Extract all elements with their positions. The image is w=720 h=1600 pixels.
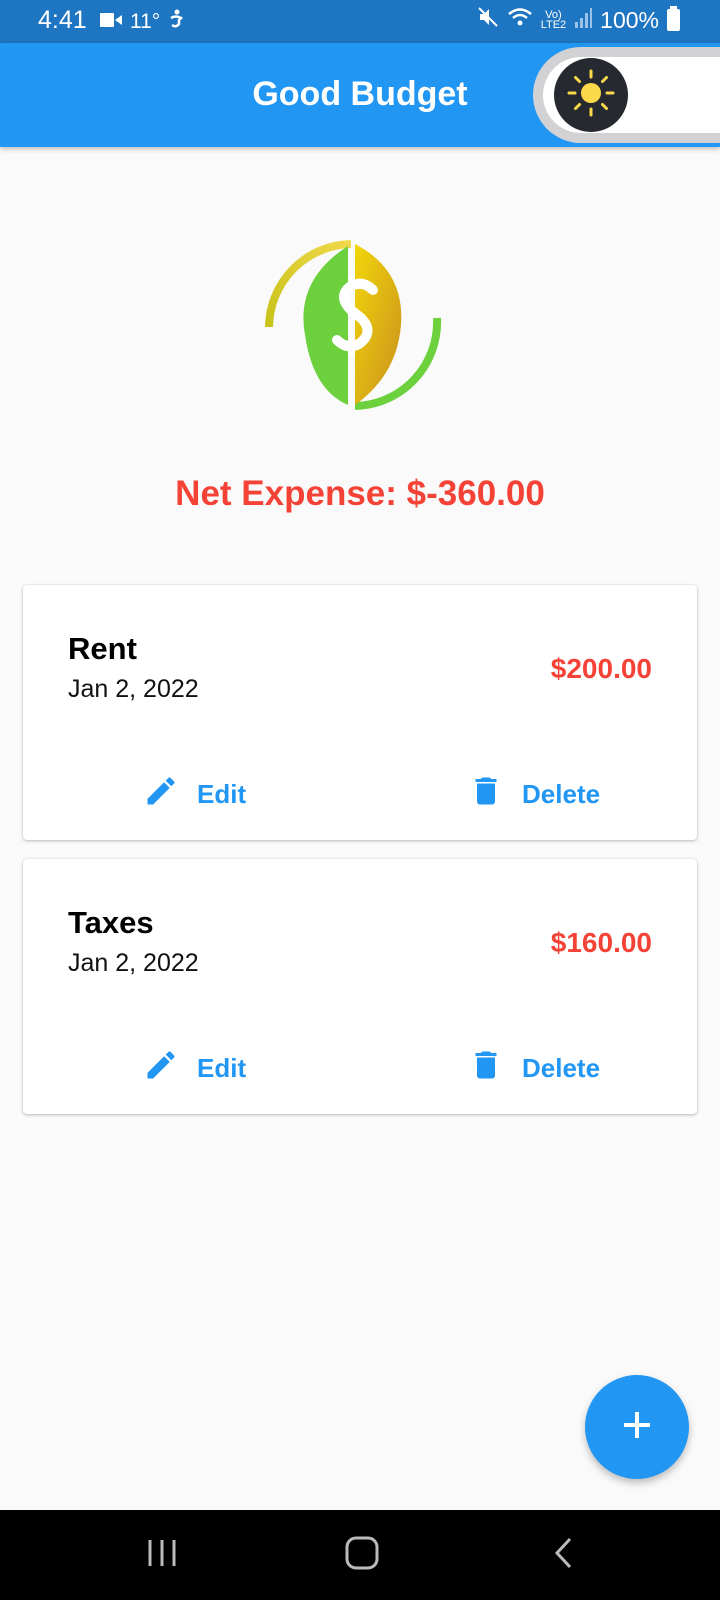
mute-icon bbox=[477, 6, 499, 34]
edit-label: Edit bbox=[197, 779, 247, 809]
back-button[interactable] bbox=[542, 1535, 586, 1575]
back-icon bbox=[552, 1535, 576, 1576]
edit-label: Edit bbox=[197, 1053, 247, 1083]
sun-icon bbox=[566, 68, 616, 123]
video-icon bbox=[100, 10, 122, 34]
delete-button[interactable]: Delete bbox=[468, 1047, 600, 1090]
temperature-text: 11° bbox=[130, 10, 161, 33]
recent-apps-button[interactable] bbox=[140, 1535, 184, 1575]
expense-date: Jan 2, 2022 bbox=[68, 949, 199, 977]
edit-button[interactable]: Edit bbox=[143, 1047, 246, 1090]
status-time: 4:41 bbox=[38, 6, 87, 34]
recent-apps-icon bbox=[145, 1537, 179, 1574]
net-expense-summary: Net Expense: $-360.00 bbox=[175, 474, 545, 513]
pencil-icon bbox=[143, 1047, 179, 1090]
expense-card: Taxes Jan 2, 2022 $160.00 Edit Delete bbox=[23, 859, 697, 1114]
signal-icon bbox=[574, 7, 593, 34]
battery-icon bbox=[667, 6, 680, 31]
expense-date: Jan 2, 2022 bbox=[68, 675, 199, 703]
trash-icon bbox=[468, 773, 504, 816]
expense-card: Rent Jan 2, 2022 $200.00 Edit Delete bbox=[23, 585, 697, 840]
edit-button[interactable]: Edit bbox=[143, 773, 246, 816]
volte-icon: Vo) LTE2 bbox=[540, 9, 567, 31]
trash-icon bbox=[468, 1047, 504, 1090]
battery-text: 100% bbox=[600, 6, 659, 33]
status-bar: 4:41 11° Vo) LTE2 100% bbox=[0, 0, 720, 43]
expense-title: Rent bbox=[68, 631, 137, 666]
add-expense-button[interactable] bbox=[585, 1375, 689, 1479]
status-left-icons: 11° bbox=[100, 9, 184, 35]
plus-icon bbox=[620, 1408, 654, 1447]
expense-amount: $200.00 bbox=[550, 653, 652, 684]
delete-label: Delete bbox=[522, 1053, 601, 1083]
app-logo bbox=[265, 240, 455, 420]
expense-amount: $160.00 bbox=[550, 927, 652, 958]
status-right-icons: Vo) LTE2 100% bbox=[477, 6, 680, 34]
wifi-icon bbox=[507, 6, 533, 34]
expense-title: Taxes bbox=[68, 905, 154, 940]
accessibility-icon bbox=[168, 9, 184, 35]
pencil-icon bbox=[143, 773, 179, 816]
home-button[interactable] bbox=[340, 1535, 384, 1575]
home-icon bbox=[344, 1535, 380, 1576]
delete-label: Delete bbox=[522, 779, 601, 809]
delete-button[interactable]: Delete bbox=[468, 773, 600, 816]
system-nav-bar bbox=[0, 1510, 720, 1600]
theme-toggle-knob[interactable] bbox=[554, 58, 628, 132]
